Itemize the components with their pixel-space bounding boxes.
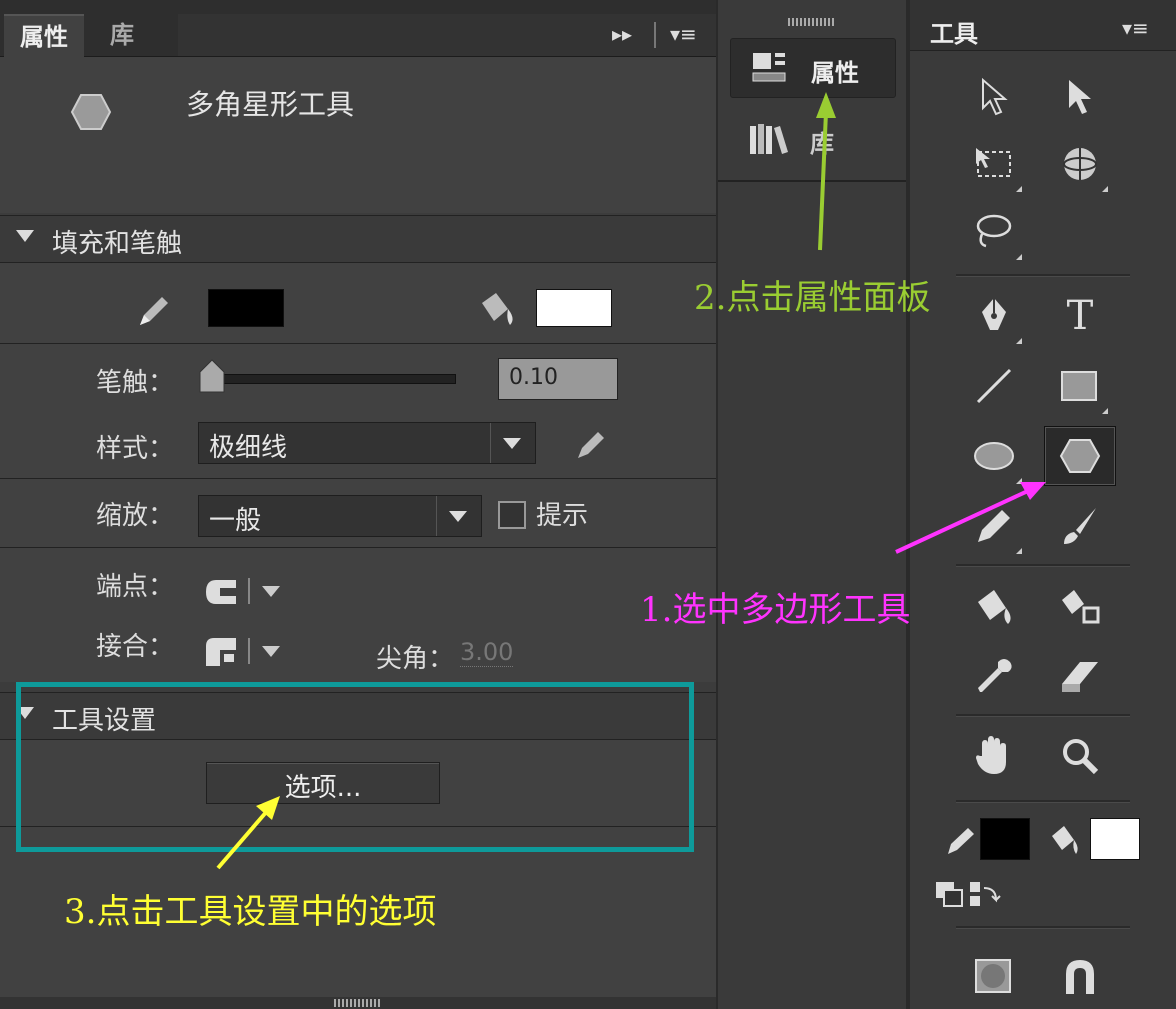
magenta-arrow — [895, 488, 1031, 554]
annotation-step3: 3.点击工具设置中的选项 — [64, 892, 437, 932]
green-arrow — [818, 111, 828, 251]
annotation-step2: 2.点击属性面板 — [694, 278, 931, 318]
annotation-arrows — [216, 92, 1046, 870]
yellow-arrowhead — [256, 796, 280, 820]
annotation-step1: 1.选中多边形工具 — [640, 590, 911, 630]
yellow-arrow — [216, 808, 270, 870]
green-arrowhead — [816, 92, 836, 118]
